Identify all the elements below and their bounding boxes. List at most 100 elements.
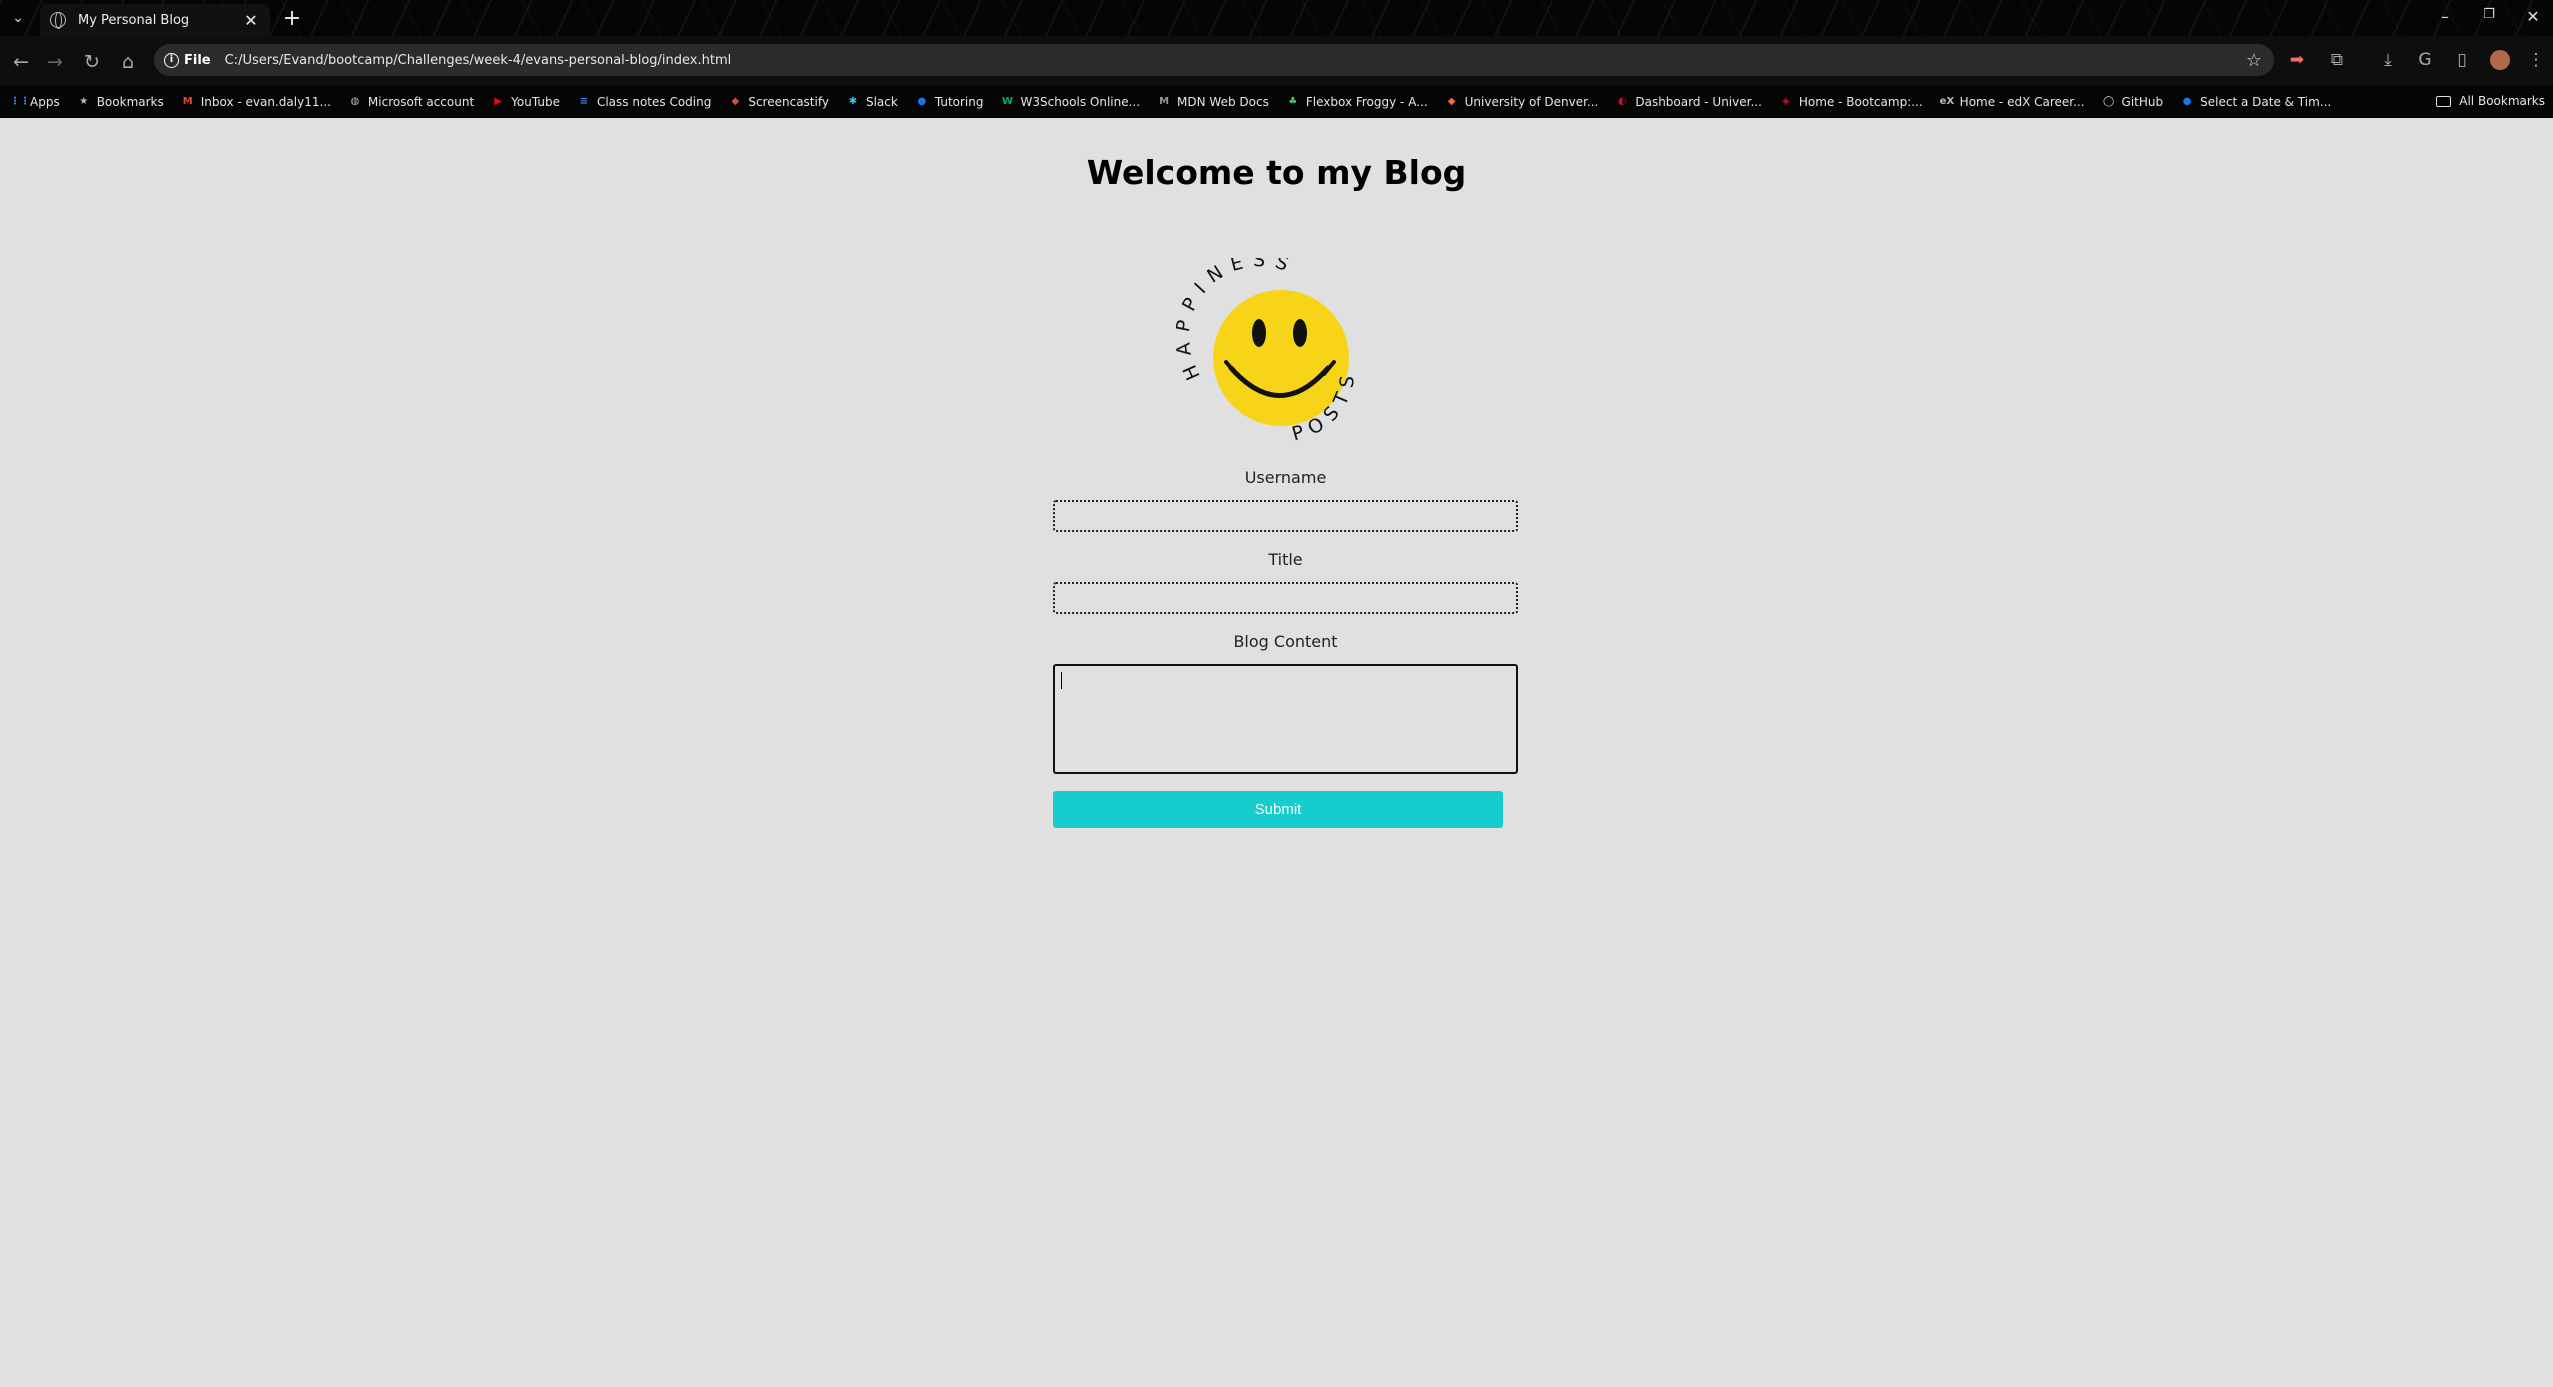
info-icon: i: [164, 52, 179, 68]
google-icon[interactable]: G: [2413, 48, 2437, 72]
bookmark-label: Slack: [865, 95, 898, 109]
globe-icon: [50, 12, 66, 29]
canvas-icon: ◐: [1617, 96, 1627, 107]
bookmark-item[interactable]: ● Select a Date & Tim...: [2180, 95, 2331, 109]
bookmark-item[interactable]: ◆ Screencastify: [728, 95, 829, 109]
forward-icon[interactable]: →: [42, 49, 68, 75]
shield-icon: ◈: [1782, 96, 1790, 107]
bookmark-label: Home - edX Career...: [1959, 95, 2085, 109]
downloads-icon[interactable]: ⤓: [2376, 48, 2400, 72]
site-chip-label: File: [184, 52, 211, 68]
bookmark-label: W3Schools Online...: [1020, 95, 1141, 109]
bookmark-label: University of Denver...: [1464, 95, 1599, 109]
bookmark-item[interactable]: ⋮⋮ Apps: [10, 95, 60, 109]
bookmark-item[interactable]: M MDN Web Docs: [1157, 95, 1269, 109]
kebab-menu-icon[interactable]: ⋮: [2524, 48, 2548, 72]
tab-strip: ⌄ My Personal Blog ✕ + – ❐ ✕: [0, 0, 2553, 36]
username-input[interactable]: [1053, 500, 1518, 532]
bookmarks-bar: ⋮⋮ Apps ★ Bookmarks M Inbox - evan.daly11... ◍…: [0, 86, 2553, 118]
happiness-posts-logo: HAPPINESS POSTS: [1176, 258, 1352, 445]
left-eye: [1252, 319, 1266, 347]
all-bookmarks-label: All Bookmarks: [2459, 94, 2545, 108]
bookmark-label: Tutoring: [934, 95, 984, 109]
bookmark-label: Dashboard - Univer...: [1635, 95, 1762, 109]
url-text[interactable]: C:/Users/Evand/bootcamp/Challenges/week-…: [225, 53, 2246, 68]
all-bookmarks-button[interactable]: All Bookmarks: [2436, 94, 2545, 108]
page-title: Welcome to my Blog: [1086, 153, 1467, 192]
calendly-icon: ●: [2182, 96, 2192, 107]
avatar[interactable]: [2488, 48, 2512, 72]
bookmark-item[interactable]: ≡ Class notes Coding: [577, 95, 712, 109]
blog-post-form: Username Title Blog Content Submit: [1053, 468, 1518, 828]
reload-icon[interactable]: ↻: [79, 49, 105, 75]
bookmark-label: Apps: [30, 95, 60, 109]
close-window-icon[interactable]: ✕: [2522, 7, 2544, 26]
bookmark-label: Flexbox Froggy - A...: [1305, 95, 1428, 109]
bookmark-label: Select a Date & Tim...: [2200, 95, 2332, 109]
bookmark-label: Home - Bootcamp:...: [1798, 95, 1923, 109]
bookmark-item[interactable]: ◆ University of Denver...: [1445, 95, 1599, 109]
right-eye: [1293, 319, 1307, 347]
bookmark-item[interactable]: ♣ Flexbox Froggy - A...: [1286, 95, 1428, 109]
tutoring-icon: ●: [917, 96, 927, 107]
side-panel-icon[interactable]: ▯: [2450, 48, 2474, 72]
blog-content-label: Blog Content: [1233, 632, 1338, 651]
home-icon[interactable]: ⌂: [115, 49, 141, 75]
blog-content-textarea[interactable]: [1053, 664, 1518, 774]
site-info-chip[interactable]: i File: [164, 52, 211, 68]
bookmark-label: Inbox - evan.daly11...: [200, 95, 331, 109]
title-label: Title: [1268, 550, 1303, 569]
bookmark-label: Screencastify: [748, 95, 829, 109]
froggy-icon: ♣: [1288, 96, 1298, 107]
bookmark-item[interactable]: M Inbox - evan.daly11...: [181, 95, 331, 109]
browser-toolbar: ← → ↻ ⌂ i File C:/Users/Evand/bootcamp/C…: [0, 36, 2553, 86]
title-input[interactable]: [1053, 582, 1518, 614]
gmail-icon: M: [182, 96, 193, 107]
username-label: Username: [1244, 468, 1327, 487]
docs-icon: ≡: [579, 96, 589, 107]
bookmark-label: Bookmarks: [96, 95, 164, 109]
microsoft-icon: ◍: [350, 96, 360, 107]
bookmark-item[interactable]: eX Home - edX Career...: [1940, 95, 2085, 109]
apps-grid-icon: ⋮⋮: [10, 96, 30, 107]
bookmark-label: YouTube: [511, 95, 560, 109]
bookmark-item[interactable]: ▶ YouTube: [491, 95, 560, 109]
edx-icon: eX: [1939, 96, 1955, 107]
bookmark-item[interactable]: ✱ Slack: [846, 95, 898, 109]
bookmark-item[interactable]: ● Tutoring: [915, 95, 984, 109]
bookmark-item[interactable]: ◍ Microsoft account: [348, 95, 475, 109]
back-icon[interactable]: ←: [8, 49, 34, 75]
mdn-icon: M: [1159, 96, 1170, 107]
extensions-puzzle-icon[interactable]: ⧉: [2325, 48, 2349, 72]
tab-title: My Personal Blog: [78, 12, 190, 28]
new-tab-button[interactable]: +: [280, 6, 304, 31]
bookmark-item[interactable]: ★ Bookmarks: [77, 95, 164, 109]
gitlab-icon: ◆: [1447, 96, 1456, 107]
page-content: Welcome to my Blog HAPPINESS POSTS Usern…: [0, 118, 2553, 1387]
bookmark-item[interactable]: W W3Schools Online...: [1000, 95, 1140, 109]
folder-icon: [2436, 95, 2452, 107]
address-bar[interactable]: i File C:/Users/Evand/bootcamp/Challenge…: [154, 44, 2274, 76]
bookmark-item[interactable]: ◈ Home - Bootcamp:...: [1779, 95, 1923, 109]
close-tab-icon[interactable]: ✕: [242, 11, 260, 30]
text-caret: [1061, 672, 1062, 689]
tab-my-personal-blog[interactable]: My Personal Blog ✕: [40, 4, 270, 36]
youtube-icon: ▶: [494, 96, 502, 107]
bookmark-label: GitHub: [2121, 95, 2164, 109]
extension-arrow-icon[interactable]: ➡: [2285, 48, 2309, 72]
bookmark-item[interactable]: ◐ Dashboard - Univer...: [1615, 95, 1762, 109]
screencastify-icon: ◆: [731, 96, 740, 107]
bookmark-star-icon[interactable]: ☆: [2246, 50, 2262, 71]
github-icon: ◯: [2102, 96, 2115, 107]
bookmark-label: MDN Web Docs: [1177, 95, 1269, 109]
star-icon: ★: [79, 96, 89, 107]
bookmark-label: Class notes Coding: [596, 95, 712, 109]
minimize-icon[interactable]: –: [2434, 7, 2456, 26]
bookmark-item[interactable]: ◯ GitHub: [2102, 95, 2164, 109]
submit-button[interactable]: Submit: [1053, 791, 1503, 828]
restore-icon[interactable]: ❐: [2478, 7, 2500, 22]
bookmark-label: Microsoft account: [367, 95, 475, 109]
tab-search-chevron-icon[interactable]: ⌄: [8, 9, 28, 27]
w3schools-icon: W: [1001, 96, 1013, 107]
slack-icon: ✱: [848, 96, 858, 107]
